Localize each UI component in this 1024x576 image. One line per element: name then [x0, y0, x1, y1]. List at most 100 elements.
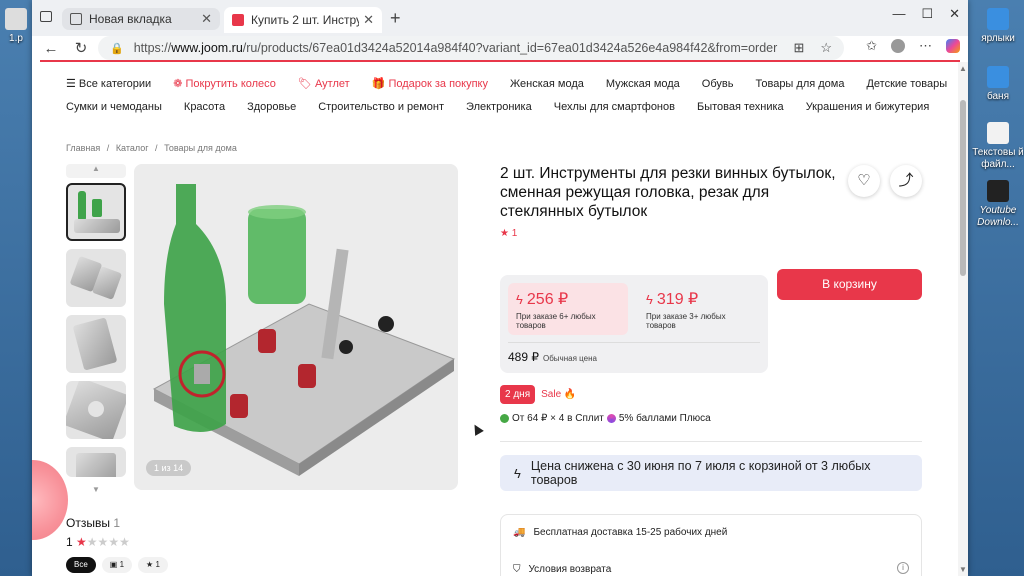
- scroll-up-icon[interactable]: ▲: [959, 64, 967, 73]
- price-tier-3plus[interactable]: ϟ 319 ₽ При заказе 3+ любых товаров: [638, 283, 758, 335]
- thumbnail-strip: ▲ ▼: [66, 164, 126, 504]
- tab-title: Купить 2 шт. Инструменты д: [251, 13, 360, 27]
- price-box: ϟ 256 ₽ При заказе 6+ любых товаров ϟ 319 …: [500, 275, 768, 373]
- category-link[interactable]: Женская мода: [510, 78, 584, 90]
- app-install-icon[interactable]: ⊞: [793, 40, 804, 56]
- desktop-icon-label: баня: [987, 91, 1009, 102]
- breadcrumb-home[interactable]: Главная: [66, 143, 100, 153]
- star-empty-icon: ★★★★: [86, 535, 130, 549]
- breadcrumb-separator: /: [106, 143, 110, 153]
- star-icon: ★: [146, 560, 154, 569]
- payment-options[interactable]: От 64 ₽ × 4 в Сплит 5% баллами Плюса: [500, 413, 711, 424]
- thumbnail-up-icon[interactable]: ▲: [66, 164, 126, 178]
- profile-avatar[interactable]: [891, 39, 905, 53]
- maximize-icon[interactable]: ☐: [921, 6, 933, 22]
- scroll-down-icon[interactable]: ▼: [959, 565, 967, 574]
- page-scrollbar[interactable]: ▲ ▼: [958, 62, 968, 576]
- product-rating[interactable]: ★ 1: [500, 228, 517, 239]
- returns-text: Условия возврата: [528, 564, 612, 575]
- scrollbar-thumb[interactable]: [960, 100, 966, 276]
- category-link[interactable]: Строительство и ремонт: [318, 101, 444, 113]
- youtube-downloader-icon: [987, 180, 1009, 202]
- price-drop-banner: ϟ Цена снижена с 30 июня по 7 июля с кор…: [500, 455, 922, 491]
- category-link[interactable]: Чехлы для смартфонов: [554, 101, 675, 113]
- info-icon[interactable]: i: [897, 562, 909, 574]
- category-nav: ☰ Все категории ❁ Покрутить колесо 🏷 Аут…: [66, 72, 947, 118]
- tab-bar: Новая вкладка ✕ Купить 2 шт. Инструменты…: [32, 0, 968, 36]
- thumbnail-4[interactable]: [66, 381, 126, 439]
- gift-link[interactable]: 🎁 Подарок за покупку: [372, 77, 488, 90]
- category-link[interactable]: Мужская мода: [606, 78, 680, 90]
- new-tab-button[interactable]: +: [390, 8, 401, 29]
- all-categories-link[interactable]: ☰ Все категории: [66, 77, 151, 90]
- tab-actions-icon[interactable]: [40, 11, 52, 22]
- category-link[interactable]: Красота: [184, 101, 225, 113]
- tier-price: 256 ₽: [526, 291, 569, 308]
- tab-new-tab[interactable]: Новая вкладка ✕: [62, 8, 220, 30]
- outlet-link[interactable]: 🏷 Аутлет: [298, 77, 350, 90]
- more-menu-icon[interactable]: ⋯: [919, 38, 932, 54]
- returns-row[interactable]: ⛉ Условия возврата: [513, 564, 611, 575]
- category-link[interactable]: Сумки и чемоданы: [66, 101, 162, 113]
- reload-icon[interactable]: ↻: [70, 39, 92, 57]
- window-controls: — ☐ ✕: [892, 6, 960, 22]
- plus-icon: [606, 414, 616, 423]
- desktop-icon-textfile[interactable]: Текстовы й файл...: [970, 122, 1024, 171]
- category-link[interactable]: Обувь: [702, 78, 734, 90]
- address-bar[interactable]: 🔒 https://www.joom.ru/ru/products/67ea01…: [98, 36, 844, 60]
- filter-stars[interactable]: ★ 1: [138, 557, 168, 573]
- folder-icon: [987, 66, 1009, 88]
- comment-icon: ▣: [109, 560, 118, 569]
- thumbnail-1[interactable]: [66, 183, 126, 241]
- desktop-icon-youtube[interactable]: Youtube Downlo...: [970, 180, 1024, 229]
- thumbnail-5[interactable]: [66, 447, 126, 477]
- delivery-text: Бесплатная доставка 15-25 рабочих дней: [533, 527, 728, 538]
- regular-price-value: 489 ₽: [508, 350, 539, 364]
- category-link[interactable]: Товары для дома: [756, 78, 845, 90]
- breadcrumb-home-goods[interactable]: Товары для дома: [164, 143, 237, 153]
- thumbnail-3[interactable]: [66, 315, 126, 373]
- back-icon[interactable]: ←: [40, 40, 62, 57]
- filter-all[interactable]: Все: [66, 557, 96, 573]
- desktop-icon-banya[interactable]: баня: [970, 66, 1024, 103]
- sale-label: Sale: [541, 389, 562, 400]
- favorite-star-icon[interactable]: ☆: [820, 40, 832, 56]
- category-link[interactable]: Детские товары: [866, 78, 947, 90]
- close-window-icon[interactable]: ✕: [949, 6, 960, 22]
- close-icon[interactable]: ✕: [363, 12, 374, 28]
- free-delivery-row: 🚚 Бесплатная доставка 15-25 рабочих дней: [513, 527, 727, 538]
- lightning-icon: ϟ: [514, 465, 521, 481]
- favorites-icon[interactable]: ✩: [866, 38, 877, 54]
- desktop-icon-shortcuts[interactable]: ярлыки: [970, 8, 1024, 45]
- add-to-cart-button[interactable]: В корзину: [777, 269, 922, 300]
- minimize-icon[interactable]: —: [892, 6, 905, 22]
- desktop-icon-left[interactable]: 1.p: [0, 8, 32, 45]
- share-icon[interactable]: ⤴: [890, 165, 922, 197]
- thumbnail-2[interactable]: [66, 249, 126, 307]
- star-filled-icon: ★: [76, 535, 87, 549]
- tab-joom-product[interactable]: Купить 2 шт. Инструменты д ✕: [224, 7, 382, 33]
- price-tier-6plus[interactable]: ϟ 256 ₽ При заказе 6+ любых товаров: [508, 283, 628, 335]
- breadcrumb: Главная / Каталог / Товары для дома: [66, 143, 241, 153]
- file-icon: [5, 8, 27, 30]
- category-link[interactable]: Бытовая техника: [697, 101, 784, 113]
- folder-icon: [987, 8, 1009, 30]
- copilot-icon[interactable]: [946, 39, 960, 53]
- url-text: https://www.joom.ru/ru/products/67ea01d3…: [133, 41, 778, 55]
- filter-comments[interactable]: ▣ 1: [101, 557, 133, 573]
- desktop-icon-label: ярлыки: [981, 33, 1015, 44]
- category-link[interactable]: Здоровье: [247, 101, 296, 113]
- breadcrumb-catalog[interactable]: Каталог: [116, 143, 149, 153]
- split-text: От 64 ₽ × 4 в Сплит: [512, 413, 604, 424]
- wishlist-heart-icon[interactable]: ♡: [848, 165, 880, 197]
- breadcrumb-separator: /: [155, 143, 158, 153]
- lock-icon[interactable]: 🔒: [110, 42, 124, 55]
- category-link[interactable]: Электроника: [466, 101, 532, 113]
- category-link[interactable]: Украшения и бижутерия: [806, 101, 930, 113]
- thumbnail-down-icon[interactable]: ▼: [66, 485, 126, 499]
- product-main-image[interactable]: 1 из 14: [134, 164, 458, 490]
- desktop-icon-label: 1.p: [9, 33, 23, 44]
- spin-wheel-link[interactable]: ❁ Покрутить колесо: [173, 77, 276, 90]
- close-icon[interactable]: ✕: [201, 11, 212, 27]
- fortune-wheel-widget[interactable]: [32, 460, 68, 540]
